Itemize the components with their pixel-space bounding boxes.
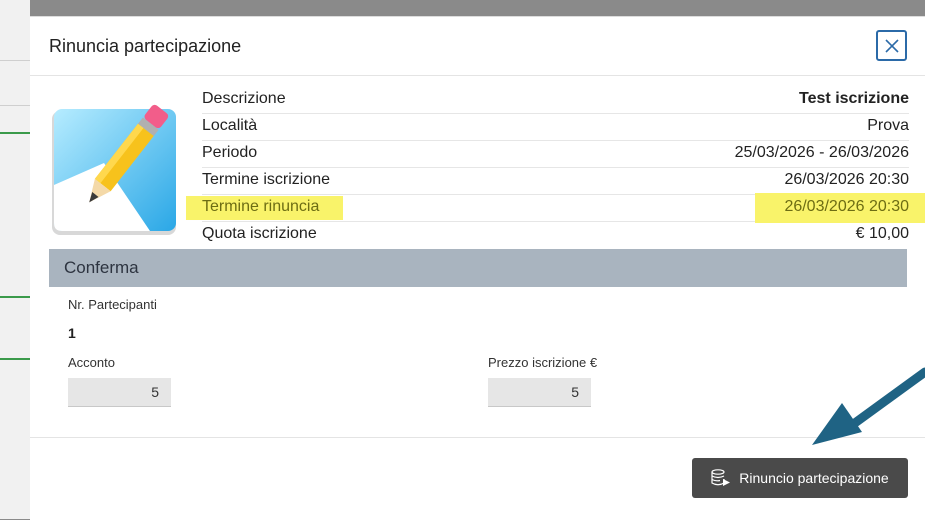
withdraw-button[interactable]: Rinuncio partecipazione bbox=[692, 458, 908, 498]
background-green-line bbox=[0, 132, 30, 134]
background-green-line bbox=[0, 296, 30, 298]
info-row-registration-deadline: Termine iscrizione 26/03/2026 20:30 bbox=[202, 168, 909, 195]
background-divider bbox=[0, 105, 30, 106]
dialog-title: Rinuncia partecipazione bbox=[49, 36, 242, 56]
edit-note-icon bbox=[52, 104, 176, 235]
deposit-label: Acconto bbox=[68, 355, 115, 370]
info-value: 26/03/2026 20:30 bbox=[784, 171, 909, 188]
info-row-fee: Quota iscrizione € 10,00 bbox=[202, 222, 909, 248]
deposit-field[interactable]: 5 bbox=[68, 378, 171, 407]
info-row-location: Località Prova bbox=[202, 114, 909, 141]
dialog-header: Rinuncia partecipazione bbox=[30, 17, 925, 76]
info-label: Descrizione bbox=[202, 90, 286, 107]
footer-divider bbox=[30, 437, 925, 438]
info-value: 26/03/2026 20:30 bbox=[784, 198, 909, 215]
withdraw-dialog: Rinuncia partecipazione Descrizione Test… bbox=[30, 16, 925, 520]
info-label: Termine rinuncia bbox=[202, 198, 320, 215]
info-value: Test iscrizione bbox=[799, 90, 909, 107]
info-label: Quota iscrizione bbox=[202, 225, 317, 242]
section-title: Conferma bbox=[64, 258, 139, 277]
info-label: Termine iscrizione bbox=[202, 171, 331, 188]
confirm-section-header: Conferma bbox=[49, 249, 907, 287]
participants-value: 1 bbox=[68, 325, 76, 341]
database-export-icon bbox=[711, 469, 731, 486]
event-info-table: Descrizione Test iscrizione Località Pro… bbox=[186, 87, 925, 248]
withdraw-button-label: Rinuncio partecipazione bbox=[739, 470, 889, 486]
info-row-withdraw-deadline: Termine rinuncia 26/03/2026 20:30 bbox=[186, 193, 925, 223]
background-green-line bbox=[0, 358, 30, 360]
info-value: Prova bbox=[867, 117, 909, 134]
info-label: Periodo bbox=[202, 144, 258, 161]
info-row-period: Periodo 25/03/2026 - 26/03/2026 bbox=[202, 141, 909, 168]
background-divider bbox=[0, 60, 30, 61]
info-label: Località bbox=[202, 117, 258, 134]
info-row-description: Descrizione Test iscrizione bbox=[202, 87, 909, 114]
info-value: 25/03/2026 - 26/03/2026 bbox=[734, 144, 909, 161]
background-page bbox=[0, 0, 30, 519]
info-value: € 10,00 bbox=[855, 225, 909, 242]
price-label: Prezzo iscrizione € bbox=[488, 355, 598, 370]
participants-label: Nr. Partecipanti bbox=[68, 297, 157, 312]
price-field[interactable]: 5 bbox=[488, 378, 591, 407]
close-icon bbox=[884, 38, 899, 53]
close-button[interactable] bbox=[876, 30, 907, 61]
